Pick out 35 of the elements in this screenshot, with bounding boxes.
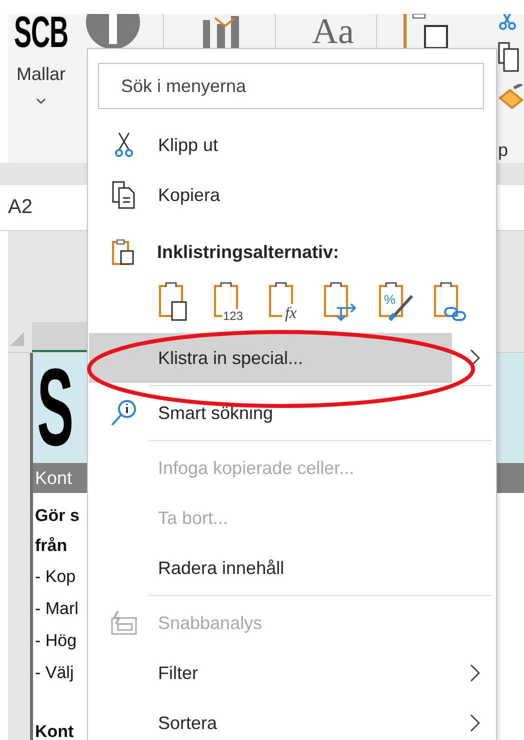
scissors-icon[interactable] [498,14,516,30]
menu-item[interactable]: Klipp ut [89,120,452,170]
cell-text: Gör s [35,505,80,527]
logo: SCB [14,14,68,52]
cell-text: från [35,535,68,557]
info-icon[interactable] [85,14,141,48]
cell-text: Kont [35,721,74,740]
paste-transpose-icon[interactable] [323,280,359,322]
cell-text: - Hög [35,630,77,652]
font-icon[interactable]: Aa [312,14,354,48]
quick-analysis-icon [110,610,138,636]
paste-icon [112,239,134,265]
cell-text: Kont [35,468,72,488]
logo: S [37,358,74,458]
row-header[interactable] [8,353,33,740]
menu-item[interactable]: Kopiera [89,170,452,220]
menu-item[interactable]: Smart sökning [89,388,452,438]
search-field[interactable]: Sök i menyerna [98,63,484,109]
ribbon-label: p [498,140,508,161]
search-icon [110,399,138,427]
cell-text: - Marl [35,598,78,620]
section-header: Inklistringsalternativ: [157,242,340,262]
chevron-icon [35,97,47,105]
scissors-icon [114,132,134,158]
templates-button[interactable]: Mallar [16,64,66,85]
menu-item[interactable]: Klistra in special... [89,333,452,383]
paste-link-icon[interactable] [433,280,469,322]
copy-icon [112,181,136,209]
cell-text: - Kop [35,566,76,588]
menu-item[interactable]: Filter [89,648,452,698]
menu-item[interactable]: Sortera [89,698,452,740]
copy-icon[interactable] [498,42,520,72]
name-box[interactable]: A2 [8,196,32,219]
cell-text: - Välj [35,662,74,684]
menu-item[interactable]: Radera innehåll [89,543,452,593]
